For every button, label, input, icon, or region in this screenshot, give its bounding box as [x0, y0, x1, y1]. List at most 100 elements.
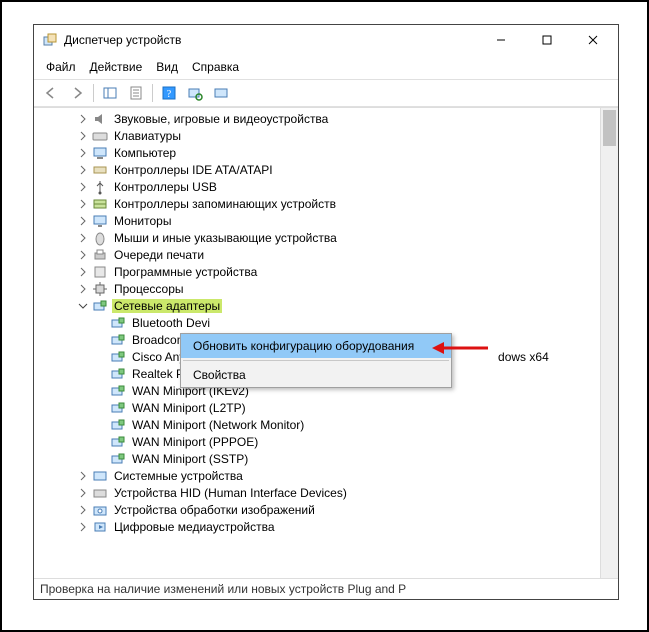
tree-node-l2tp[interactable]: WAN Miniport (L2TP) [34, 399, 601, 416]
tree-node-net[interactable]: Сетевые адаптеры [34, 297, 601, 314]
expand-icon[interactable] [76, 503, 90, 517]
tree-node-media[interactable]: Цифровые медиаустройства [34, 518, 601, 535]
menu-help[interactable]: Справка [186, 58, 245, 76]
tree-node-bt[interactable]: Bluetooth Devi [34, 314, 601, 331]
properties-button[interactable] [124, 82, 148, 104]
tree-node-label: Очереди печати [112, 248, 206, 262]
expand-icon[interactable] [76, 197, 90, 211]
menu-action[interactable]: Действие [84, 58, 149, 76]
back-button[interactable] [39, 82, 63, 104]
context-menu-properties[interactable]: Свойства [181, 363, 451, 387]
show-hidden-devices-button[interactable] [209, 82, 233, 104]
tree-node-label: Устройства обработки изображений [112, 503, 317, 517]
window-title: Диспетчер устройств [64, 33, 478, 47]
expand-icon[interactable] [76, 129, 90, 143]
toolbar-separator [152, 84, 153, 102]
maximize-button[interactable] [524, 25, 570, 55]
mouse-icon [92, 230, 108, 246]
expand-icon[interactable] [76, 214, 90, 228]
minimize-button[interactable] [478, 25, 524, 55]
net-icon [110, 315, 126, 331]
vertical-scrollbar[interactable] [600, 108, 618, 578]
net-icon [110, 366, 126, 382]
expand-icon[interactable] [76, 180, 90, 194]
tree-node-cpu[interactable]: Процессоры [34, 280, 601, 297]
help-button[interactable]: ? [157, 82, 181, 104]
tree-node-label: Клавиатуры [112, 129, 183, 143]
tree-node-printq[interactable]: Очереди печати [34, 246, 601, 263]
tree-node-netmon[interactable]: WAN Miniport (Network Monitor) [34, 416, 601, 433]
forward-button[interactable] [65, 82, 89, 104]
context-menu-separator [183, 360, 449, 361]
sys-icon [92, 468, 108, 484]
tree-node-label: Звуковые, игровые и видеоустройства [112, 112, 330, 126]
tree-node-storage[interactable]: Контроллеры запоминающих устройств [34, 195, 601, 212]
tree-node-sstp[interactable]: WAN Miniport (SSTP) [34, 450, 601, 467]
tree-node-label: Мониторы [112, 214, 173, 228]
media-icon [92, 519, 108, 535]
menubar: Файл Действие Вид Справка [34, 55, 618, 79]
expand-icon[interactable] [76, 231, 90, 245]
net-icon [110, 434, 126, 450]
toolbar: ? [34, 79, 618, 107]
tree-node-label: WAN Miniport (L2TP) [130, 401, 248, 415]
menu-view[interactable]: Вид [150, 58, 184, 76]
expand-icon[interactable] [76, 265, 90, 279]
expand-icon[interactable] [76, 469, 90, 483]
tree-node-computer[interactable]: Компьютер [34, 144, 601, 161]
net-icon [110, 451, 126, 467]
collapse-icon[interactable] [76, 299, 90, 313]
cpu-icon [92, 281, 108, 297]
storage-icon [92, 196, 108, 212]
audio-icon [92, 111, 108, 127]
tree-node-label: Контроллеры USB [112, 180, 219, 194]
tree-node-label: Системные устройства [112, 469, 245, 483]
expand-icon[interactable] [76, 486, 90, 500]
expand-icon[interactable] [76, 520, 90, 534]
net-icon [110, 417, 126, 433]
context-menu-scan-hardware[interactable]: Обновить конфигурацию оборудования [181, 334, 451, 358]
show-hide-console-tree-button[interactable] [98, 82, 122, 104]
tree-node-monitors[interactable]: Мониторы [34, 212, 601, 229]
scan-hardware-button[interactable] [183, 82, 207, 104]
svg-text:?: ? [167, 89, 172, 100]
tree-node-label: Компьютер [112, 146, 178, 160]
computer-icon [92, 145, 108, 161]
tree-node-label: Программные устройства [112, 265, 259, 279]
tree-node-label: WAN Miniport (PPPOE) [130, 435, 260, 449]
expand-icon[interactable] [76, 146, 90, 160]
hid-icon [92, 485, 108, 501]
expand-icon[interactable] [76, 112, 90, 126]
usb-icon [92, 179, 108, 195]
tree-node-mice[interactable]: Мыши и иные указывающие устройства [34, 229, 601, 246]
net-icon [110, 383, 126, 399]
tree-node-ide[interactable]: Контроллеры IDE ATA/ATAPI [34, 161, 601, 178]
tree-node-keyboards[interactable]: Клавиатуры [34, 127, 601, 144]
expand-icon[interactable] [76, 163, 90, 177]
net-icon [110, 400, 126, 416]
context-menu: Обновить конфигурацию оборудования Свойс… [180, 333, 452, 388]
titlebar[interactable]: Диспетчер устройств [34, 25, 618, 55]
net-icon [110, 332, 126, 348]
tree-node-swdev[interactable]: Программные устройства [34, 263, 601, 280]
tree-node-label: Мыши и иные указывающие устройства [112, 231, 339, 245]
tree-node-hid[interactable]: Устройства HID (Human Interface Devices) [34, 484, 601, 501]
tree-node-label: Bluetooth Devi [130, 316, 212, 330]
imaging-icon [92, 502, 108, 518]
tree-node-sys[interactable]: Системные устройства [34, 467, 601, 484]
tree-node-audio[interactable]: Звуковые, игровые и видеоустройства [34, 110, 601, 127]
tree-node-label: Контроллеры IDE ATA/ATAPI [112, 163, 275, 177]
monitor-icon [92, 213, 108, 229]
tree-node-usb[interactable]: Контроллеры USB [34, 178, 601, 195]
menu-file[interactable]: Файл [40, 58, 82, 76]
net-icon [110, 349, 126, 365]
tree-node-pppoe[interactable]: WAN Miniport (PPPOE) [34, 433, 601, 450]
tree-node-label: Процессоры [112, 282, 186, 296]
tree-node-label: Цифровые медиаустройства [112, 520, 277, 534]
tree-node-imaging[interactable]: Устройства обработки изображений [34, 501, 601, 518]
expand-icon[interactable] [76, 248, 90, 262]
scrollbar-thumb[interactable] [603, 110, 616, 146]
expand-icon[interactable] [76, 282, 90, 296]
tree-node-label: Контроллеры запоминающих устройств [112, 197, 338, 211]
close-button[interactable] [570, 25, 616, 55]
